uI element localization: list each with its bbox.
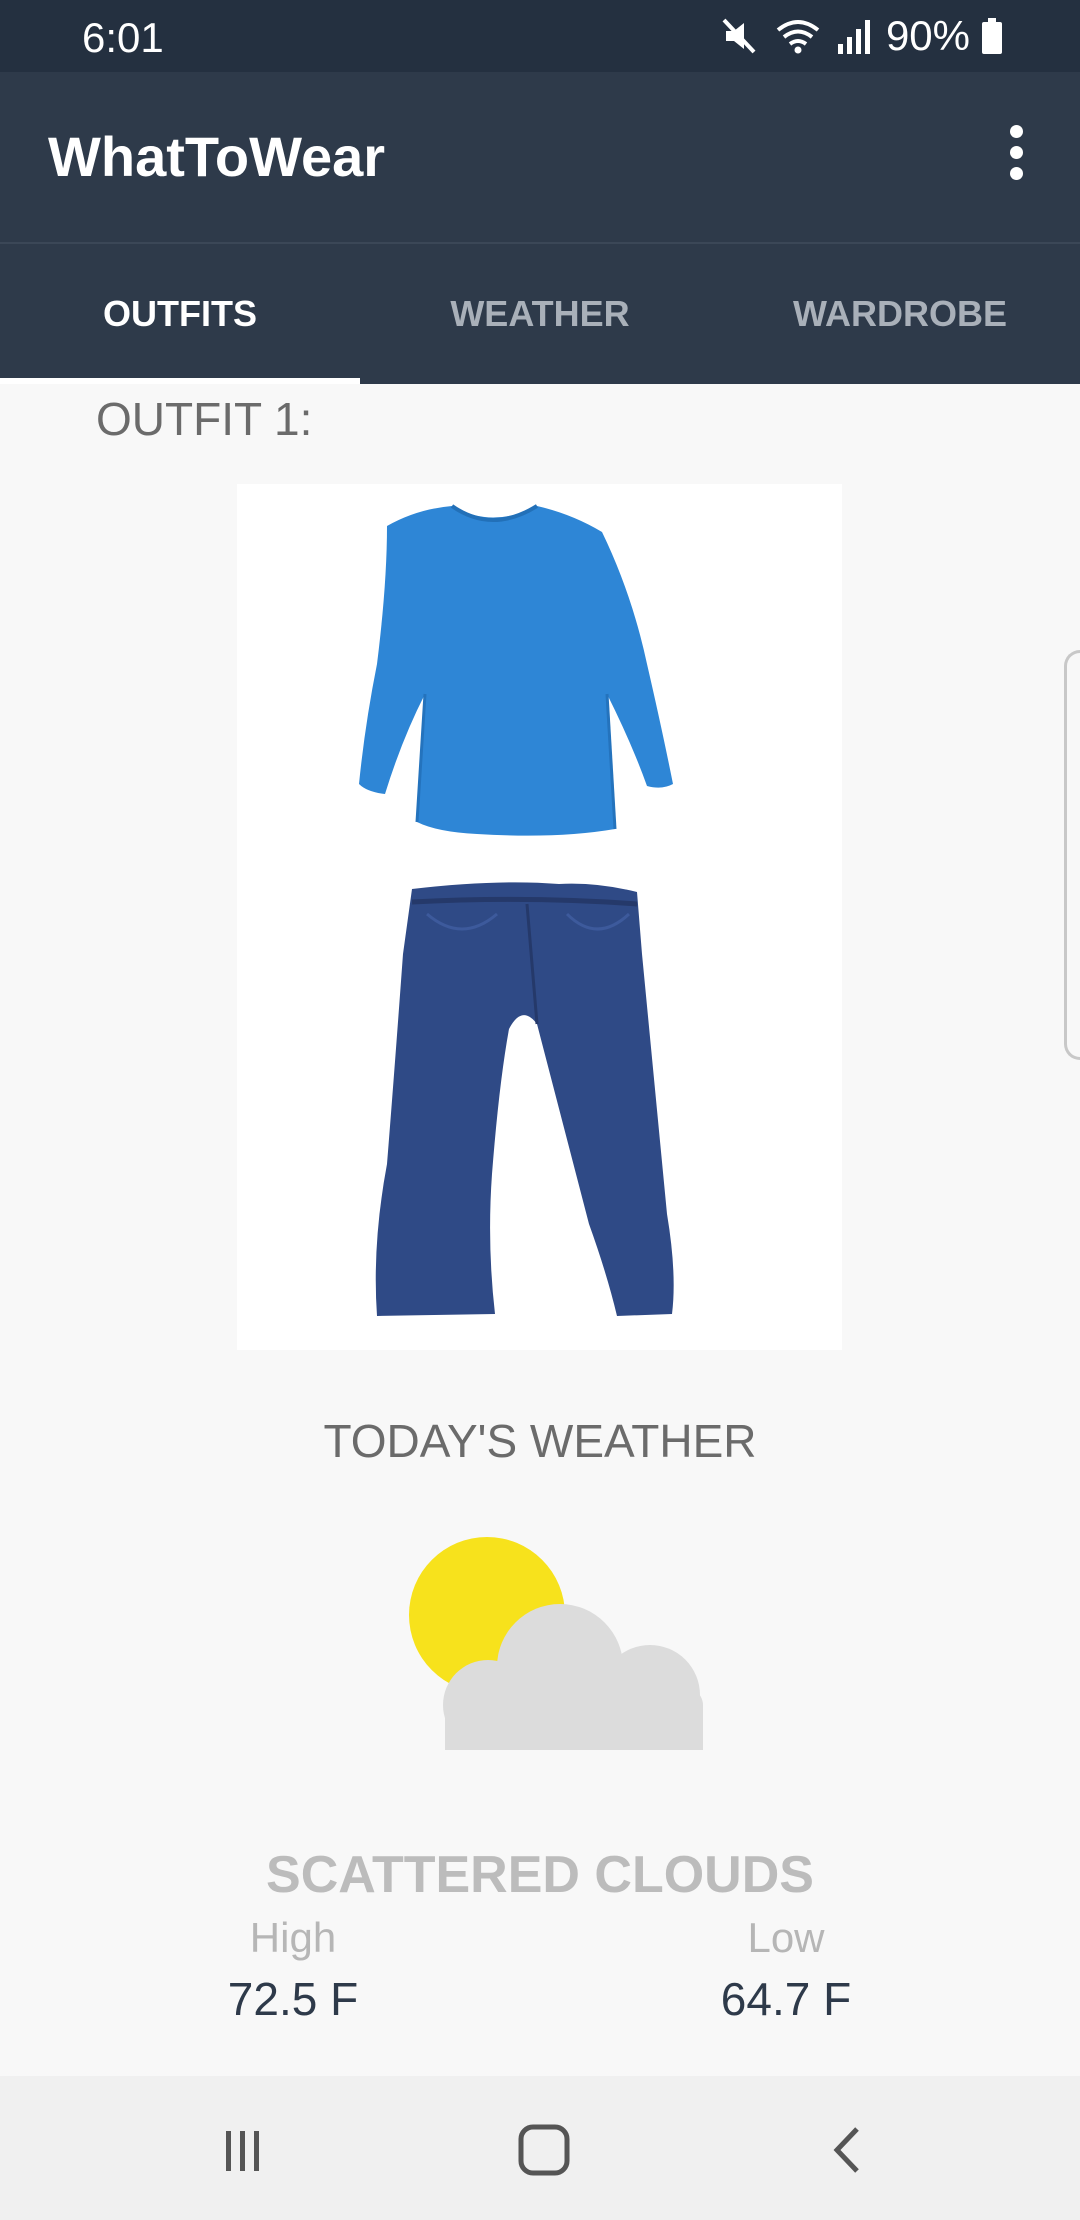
tab-wardrobe[interactable]: WARDROBE [720, 244, 1080, 384]
weather-description: SCATTERED CLOUDS [266, 1846, 814, 1904]
partly-cloudy-icon [400, 1535, 710, 1775]
signal-icon [836, 16, 872, 56]
high-temp: High 72.5 F [143, 1914, 443, 2026]
app-bar: WhatToWear [0, 72, 1080, 242]
tab-bar: OUTFITS WEATHER WARDROBE [0, 242, 1080, 384]
outfit-label: OUTFIT 1: [96, 393, 313, 445]
status-bar: 6:01 90% [0, 0, 1080, 72]
status-time: 6:01 [82, 14, 164, 61]
low-temp: Low 64.7 F [636, 1914, 936, 2026]
edge-panel-handle[interactable] [1064, 650, 1080, 1060]
todays-weather-title: TODAY'S WEATHER [323, 1415, 757, 1467]
tab-outfits[interactable]: OUTFITS [0, 244, 360, 384]
outfit-card[interactable] [237, 484, 842, 1350]
back-icon[interactable] [808, 2118, 888, 2182]
recents-icon[interactable] [203, 2118, 283, 2182]
app-title: WhatToWear [48, 125, 386, 188]
tab-weather[interactable]: WEATHER [360, 244, 720, 384]
blue-jeans-icon [375, 882, 674, 1316]
high-label: High [249, 1914, 337, 1961]
blue-long-sleeve-shirt-icon [359, 504, 673, 836]
battery-icon [980, 16, 1004, 56]
mute-icon [720, 16, 760, 56]
status-icons: 90% [720, 12, 1004, 60]
low-value: 64.7 F [720, 1973, 852, 2025]
high-value: 72.5 F [227, 1973, 359, 2025]
system-nav-bar [0, 2076, 1080, 2220]
more-vert-icon[interactable] [986, 122, 1046, 182]
battery-percent: 90% [885, 12, 970, 59]
home-icon[interactable] [504, 2118, 584, 2182]
wifi-icon [774, 16, 822, 56]
low-label: Low [747, 1914, 825, 1961]
